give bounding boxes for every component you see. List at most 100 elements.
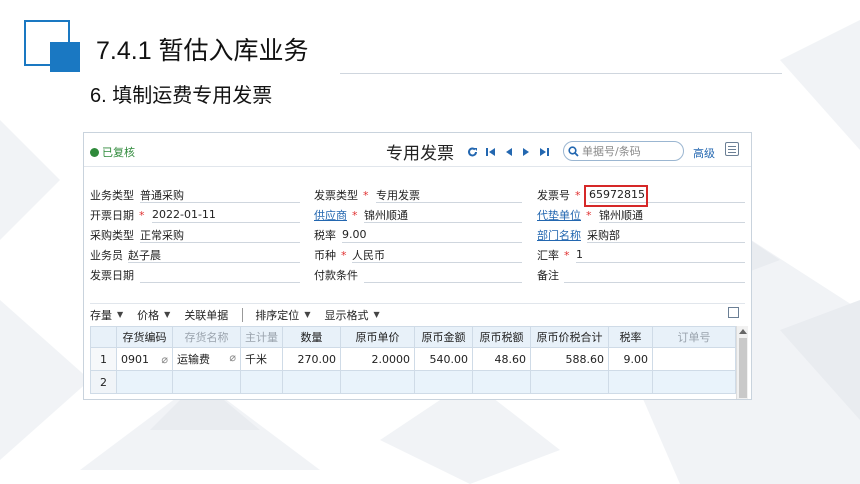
column-header-rownum [90,326,117,348]
search-input[interactable]: 单据号/条码 [563,141,684,161]
business-type-field[interactable]: 普通采购 [140,187,300,203]
tax-rate-label: 税率 [314,229,336,242]
payment-terms-label: 付款条件 [314,269,358,282]
caret-down-icon: ▼ [117,310,124,319]
cell-item-name[interactable] [172,370,241,394]
caret-down-icon: ▼ [304,310,311,319]
link-docs-button[interactable]: 关联单据 [184,307,228,323]
required-mark: * [564,248,570,262]
required-mark: * [363,188,369,202]
cell-unit-price[interactable] [340,370,415,394]
next-record-icon[interactable] [521,143,532,156]
grid-vertical-scrollbar[interactable] [736,326,748,399]
column-header[interactable]: 原币税额 [472,326,531,348]
price-dropdown[interactable]: 价格 ▼ [137,307,170,323]
column-header[interactable]: 原币金额 [414,326,473,348]
grid-header-row: 存货编码 存货名称 主计量 数量 原币单价 原币金额 原币税额 原币价税合计 税… [90,326,736,348]
payer-label[interactable]: 代垫单位 [537,207,581,223]
status-label: 已复核 [102,146,135,159]
required-mark: * [575,188,581,202]
menu-icon[interactable] [725,142,739,156]
payment-terms-field[interactable] [364,267,522,283]
column-header[interactable]: 订单号 [652,326,736,348]
scroll-thumb[interactable] [739,338,747,398]
column-header[interactable]: 存货名称 [172,326,241,348]
column-header[interactable]: 存货编码 [116,326,173,348]
sort-dropdown[interactable]: 排序定位 ▼ [255,307,310,323]
column-header[interactable]: 主计量 [240,326,283,348]
cell-unit[interactable]: 千米 [240,347,283,371]
column-header[interactable]: 原币单价 [340,326,415,348]
first-record-icon[interactable] [485,143,496,156]
invoice-lines-grid: 存货编码 存货名称 主计量 数量 原币单价 原币金额 原币税额 原币价税合计 税… [90,326,736,394]
form-row-2: 开票日期 * 2022-01-11 供应商 * 锦州顺通 代垫单位 * 锦州顺通 [84,205,751,225]
remark-field[interactable] [564,267,745,283]
status-dot-icon [90,147,99,157]
display-format-dropdown[interactable]: 显示格式 ▼ [324,307,379,323]
cell-order-no[interactable] [652,370,736,394]
cell-tax[interactable] [472,370,531,394]
expand-icon[interactable] [728,307,739,318]
cell-item-code[interactable] [116,370,173,394]
invoice-topbar: 已复核 专用发票 单据号/条码 高级 [84,133,751,167]
stock-dropdown[interactable]: 存量 ▼ [90,307,123,323]
toolbar-separator [242,307,244,322]
supplier-label[interactable]: 供应商 [314,207,347,223]
cell-tax-rate[interactable]: 9.00 [608,347,653,371]
attachment-icon[interactable]: ⌀ [229,351,236,364]
cell-unit-price[interactable]: 2.0000 [340,347,415,371]
exchange-rate-field[interactable]: 1 [576,247,745,263]
invoice-type-field[interactable]: 专用发票 [376,187,522,203]
slide-subtitle: 6. 填制运费专用发票 [90,84,273,107]
cell-amount[interactable] [414,370,473,394]
title-divider [340,73,782,74]
cell-quantity[interactable]: 270.00 [282,347,341,371]
table-row[interactable]: 1 0901 ⌀ 运输费 ⌀ 千米 270.00 2.0000 540.00 48.… [90,347,736,371]
form-row-3: 采购类型 正常采购 税率 9.00 部门名称 采购部 [84,225,751,245]
column-header[interactable]: 税率 [608,326,653,348]
payer-field[interactable]: 锦州顺通 [599,207,745,223]
form-row-1: 业务类型 普通采购 发票类型 * 专用发票 发票号 * 65972815 [84,185,751,207]
invoice-no-highlight-box [584,185,648,207]
advanced-search-link[interactable]: 高级 [693,145,715,161]
clerk-label: 业务员 [90,249,123,262]
department-label[interactable]: 部门名称 [537,227,581,243]
invoice-date-field[interactable] [140,267,300,283]
scroll-up-icon[interactable] [739,329,747,334]
slide-subtitle-box: 6. 填制运费专用发票 [86,78,277,108]
business-type-label: 业务类型 [90,189,134,202]
grid-toolbar: 存量 ▼ 价格 ▼ 关联单据 排序定位 ▼ 显示格式 ▼ [90,303,745,325]
invoice-no-label: 发票号 [537,189,570,202]
cell-unit[interactable] [240,370,283,394]
cell-quantity[interactable] [282,370,341,394]
issue-date-field[interactable]: 2022-01-11 [152,207,300,223]
cell-total[interactable]: 588.60 [530,347,609,371]
purchase-type-field[interactable]: 正常采购 [140,227,300,243]
cell-order-no[interactable] [652,347,736,371]
required-mark: * [139,208,145,222]
attachment-icon[interactable]: ⌀ [161,353,168,366]
cell-tax-rate[interactable] [608,370,653,394]
column-header[interactable]: 数量 [282,326,341,348]
slide-title-box: 7.4.1 暂估入库业务 [88,30,317,68]
last-record-icon[interactable] [539,143,550,156]
form-row-4: 业务员 赵子晨 币种 * 人民币 汇率 * 1 [84,245,751,265]
cell-tax[interactable]: 48.60 [472,347,531,371]
tax-rate-field[interactable]: 9.00 [342,227,522,243]
column-header[interactable]: 原币价税合计 [530,326,609,348]
clerk-field[interactable]: 赵子晨 [128,247,300,263]
header-decoration-solid [50,42,80,72]
cell-item-code[interactable]: 0901 ⌀ [116,347,173,371]
table-row[interactable]: 2 [90,370,736,394]
previous-record-icon[interactable] [503,143,514,156]
caret-down-icon: ▼ [373,310,380,319]
cell-item-name[interactable]: 运输费 ⌀ [172,347,241,371]
record-navigation [467,143,550,157]
refresh-icon[interactable] [467,143,478,157]
cell-amount[interactable]: 540.00 [414,347,473,371]
currency-field[interactable]: 人民币 [352,247,522,263]
cell-total[interactable] [530,370,609,394]
department-field[interactable]: 采购部 [587,227,745,243]
supplier-field[interactable]: 锦州顺通 [364,207,522,223]
row-number: 2 [90,370,117,394]
